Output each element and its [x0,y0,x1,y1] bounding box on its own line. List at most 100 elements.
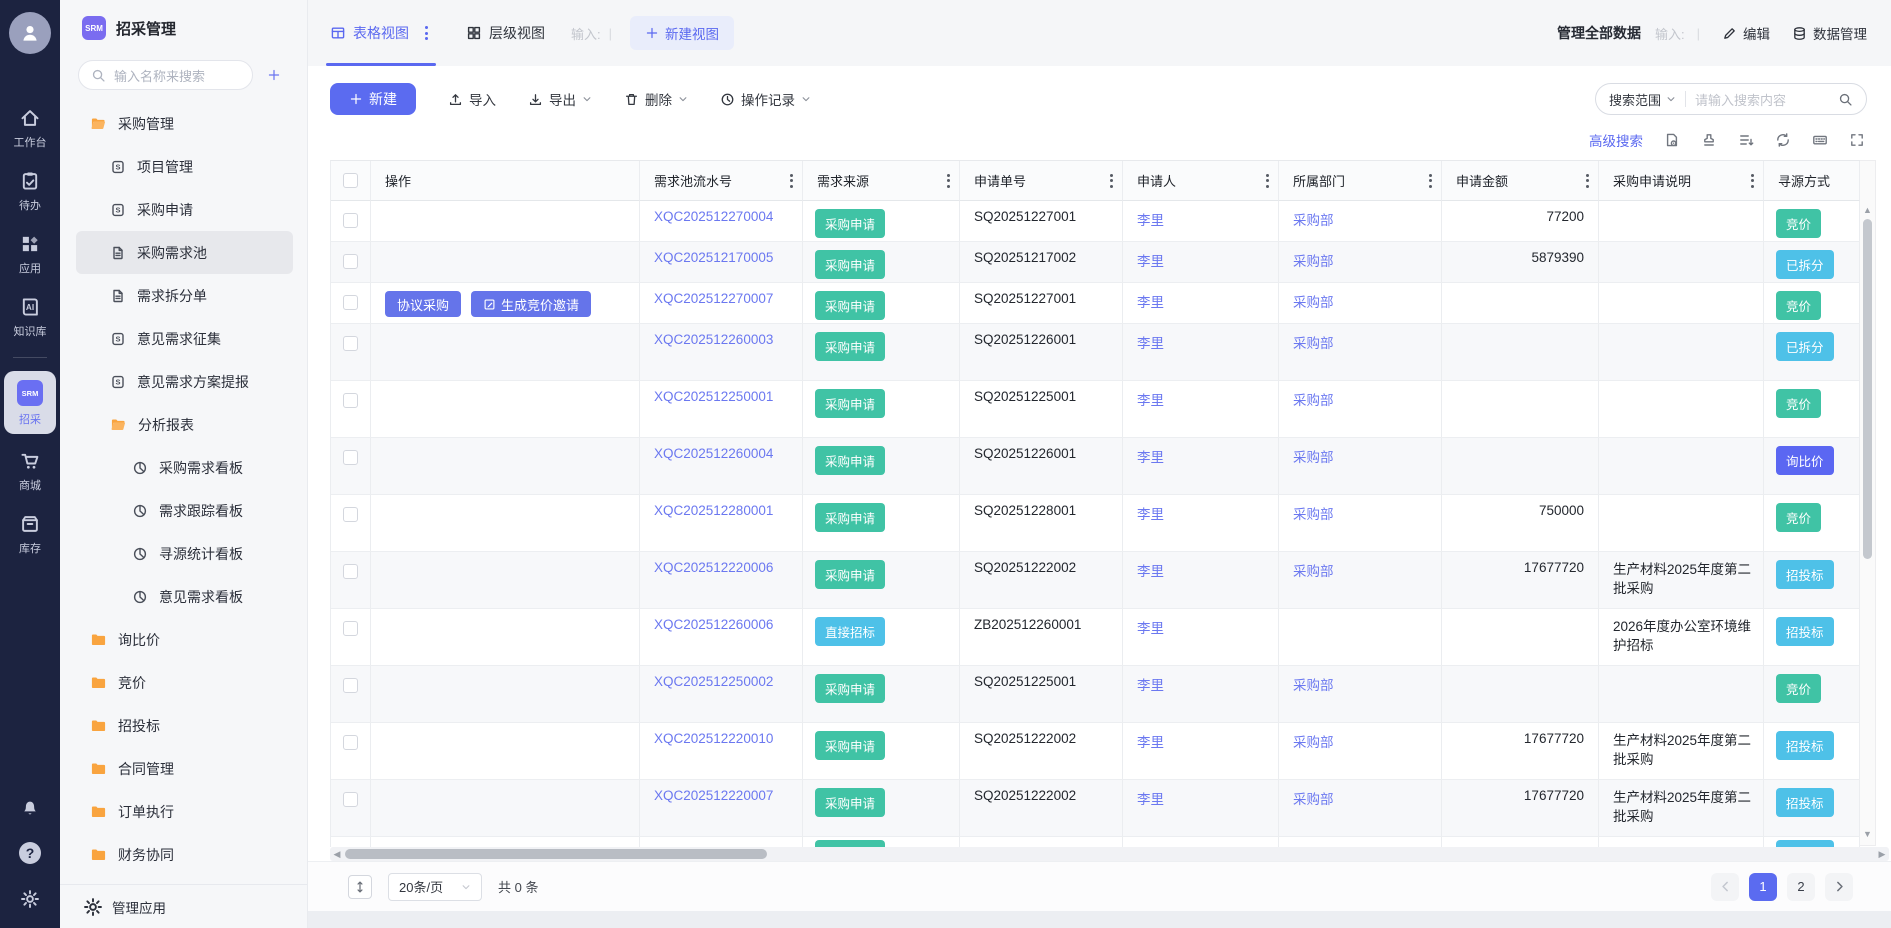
sidebar-item-采购申请[interactable]: S采购申请 [60,188,307,231]
search-icon[interactable] [1838,92,1853,107]
sidebar-item-招投标[interactable]: 招投标 [60,704,307,747]
rail-item-知识库[interactable]: AI知识库 [4,292,56,343]
sidebar-item-询比价[interactable]: 询比价 [60,618,307,661]
row-checkbox[interactable] [343,393,358,408]
sidebar-item-项目管理[interactable]: S项目管理 [60,145,307,188]
search-input[interactable]: 请输入搜索内容 [1695,90,1829,109]
advanced-search-link[interactable]: 高级搜索 [1589,130,1643,150]
applicant-link[interactable]: 李里 [1123,250,1278,270]
scroll-down-icon[interactable]: ▼ [1860,829,1875,839]
serial-link[interactable]: XQC202512260003 [640,332,802,347]
tab-hierarchy-view[interactable]: 层级视图 [466,0,545,66]
sidebar-item-需求跟踪看板[interactable]: 需求跟踪看板 [60,489,307,532]
manage-app-button[interactable]: 管理应用 [60,884,307,928]
row-checkbox[interactable] [343,678,358,693]
sidebar-item-采购需求看板[interactable]: 采购需求看板 [60,446,307,489]
department-link[interactable]: 采购部 [1279,674,1441,694]
import-button[interactable]: 导入 [448,89,496,109]
serial-link[interactable]: XQC202512220006 [640,560,802,575]
department-link[interactable]: 采购部 [1279,389,1441,409]
sidebar-item-需求拆分单[interactable]: 需求拆分单 [60,274,307,317]
sidebar-item-意见需求看板[interactable]: 意见需求看板 [60,575,307,618]
sidebar-item-订单执行[interactable]: 订单执行 [60,790,307,833]
create-button[interactable]: 新建 [330,83,416,115]
edit-view-button[interactable]: 编辑 [1722,23,1770,43]
rail-item-库存[interactable]: 库存 [4,509,56,560]
applicant-link[interactable]: 李里 [1123,674,1278,694]
serial-link[interactable]: XQC202512270007 [640,291,802,306]
sidebar-item-分析报表[interactable]: 分析报表 [60,403,307,446]
next-page-button[interactable] [1825,873,1853,901]
row-action-协议采购[interactable]: 协议采购 [385,291,461,317]
scroll-right-icon[interactable]: ▶ [1875,849,1889,860]
horizontal-scrollbar[interactable]: ◀ ▶ [330,847,1889,861]
vertical-scrollbar[interactable]: ▲ ▼ [1860,160,1876,846]
applicant-link[interactable]: 李里 [1123,788,1278,808]
sidebar-item-合同管理[interactable]: 合同管理 [60,747,307,790]
row-checkbox[interactable] [343,295,358,310]
page-button-2[interactable]: 2 [1787,873,1815,901]
sidebar-search-input[interactable]: 输入名称来搜索 [78,60,253,90]
department-link[interactable]: 采购部 [1279,788,1441,808]
serial-link[interactable]: XQC202512220007 [640,788,802,803]
serial-link[interactable]: XQC202512260006 [640,617,802,632]
sidebar-item-意见需求征集[interactable]: S意见需求征集 [60,317,307,360]
rail-item-商城[interactable]: 商城 [4,446,56,497]
row-checkbox[interactable] [343,254,358,269]
column-menu-icon[interactable] [1266,174,1269,188]
department-link[interactable]: 采购部 [1279,209,1441,229]
column-menu-icon[interactable] [947,174,950,188]
row-action-生成竞价邀请[interactable]: 生成竞价邀请 [471,291,591,317]
history-button[interactable]: 操作记录 [720,89,811,109]
serial-link[interactable]: XQC202512220010 [640,731,802,746]
department-link[interactable]: 采购部 [1279,503,1441,523]
sidebar-item-竞价[interactable]: 竞价 [60,661,307,704]
serial-link[interactable]: XQC202512170005 [640,250,802,265]
list-sort-icon[interactable] [1738,132,1754,148]
column-menu-icon[interactable] [1586,174,1589,188]
department-link[interactable]: 采购部 [1279,291,1441,311]
stamp-icon[interactable] [1701,132,1717,148]
column-menu-icon[interactable] [1110,174,1113,188]
column-menu-icon[interactable] [1429,174,1432,188]
column-menu-icon[interactable] [790,174,793,188]
sidebar-item-采购管理[interactable]: 采购管理 [60,102,307,145]
applicant-link[interactable]: 李里 [1123,209,1278,229]
applicant-link[interactable]: 李里 [1123,291,1278,311]
applicant-link[interactable]: 李里 [1123,560,1278,580]
horizontal-scroll-thumb[interactable] [345,849,767,859]
vertical-scroll-thumb[interactable] [1863,219,1872,559]
search-scope-select[interactable]: 搜索范围 [1609,90,1676,109]
column-menu-icon[interactable] [1751,174,1754,188]
department-link[interactable]: 采购部 [1279,560,1441,580]
row-checkbox[interactable] [343,735,358,750]
add-menu-button[interactable] [267,68,281,82]
serial-link[interactable]: XQC202512260004 [640,446,802,461]
page-button-1[interactable]: 1 [1749,873,1777,901]
fullscreen-icon[interactable] [1849,132,1865,148]
applicant-link[interactable]: 李里 [1123,389,1278,409]
new-view-button[interactable]: 新建视图 [630,16,734,50]
scroll-up-icon[interactable]: ▲ [1860,205,1875,215]
refresh-icon[interactable] [1775,132,1791,148]
row-checkbox[interactable] [343,450,358,465]
rail-item-应用[interactable]: 应用 [4,229,56,280]
user-avatar[interactable] [9,12,51,54]
row-checkbox[interactable] [343,621,358,636]
help-icon[interactable]: ? [19,842,41,864]
bell-icon[interactable] [19,796,41,818]
row-checkbox[interactable] [343,213,358,228]
row-checkbox[interactable] [343,792,358,807]
document-preview-icon[interactable] [1664,132,1680,148]
row-height-button[interactable] [348,875,372,899]
serial-link[interactable]: XQC202512250001 [640,389,802,404]
tab-table-view[interactable]: 表格视图 [330,0,428,66]
scroll-left-icon[interactable]: ◀ [330,849,344,860]
applicant-link[interactable]: 李里 [1123,332,1278,352]
keyboard-icon[interactable] [1812,132,1828,148]
settings-icon[interactable] [19,888,41,910]
department-link[interactable]: 采购部 [1279,250,1441,270]
sidebar-item-意见需求方案提报[interactable]: S意见需求方案提报 [60,360,307,403]
sidebar-item-采购需求池[interactable]: 采购需求池 [76,231,293,274]
department-link[interactable]: 采购部 [1279,446,1441,466]
